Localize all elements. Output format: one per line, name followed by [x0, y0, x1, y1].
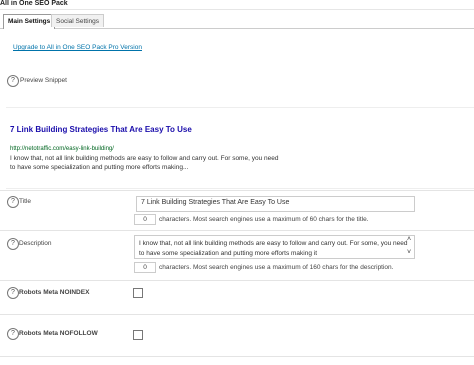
description-char-counter: 0: [134, 262, 156, 273]
tab-social-settings[interactable]: Social Settings: [51, 14, 104, 27]
scroll-down-icon[interactable]: ˅: [407, 249, 411, 256]
tab-bar: Main Settings Social Settings: [0, 14, 474, 29]
divider: [0, 230, 474, 231]
divider: [0, 190, 474, 191]
robots-nofollow-checkbox[interactable]: [133, 330, 143, 340]
divider: [0, 9, 474, 10]
question-mark-icon[interactable]: ?: [7, 75, 19, 87]
tab-main-settings[interactable]: Main Settings: [3, 14, 56, 29]
question-mark-icon[interactable]: ?: [7, 287, 19, 299]
robots-nofollow-label: Robots Meta NOFOLLOW: [19, 330, 98, 337]
preview-snippet: 7 Link Building Strategies That Are Easy…: [6, 107, 474, 189]
upgrade-link[interactable]: Upgrade to All in One SEO Pack Pro Versi…: [13, 44, 142, 51]
snippet-title: 7 Link Building Strategies That Are Easy…: [10, 125, 192, 134]
title-input[interactable]: 7 Link Building Strategies That Are Easy…: [136, 196, 415, 212]
description-label: Description: [19, 240, 52, 247]
description-textarea[interactable]: I know that, not all link building metho…: [134, 235, 415, 259]
description-length-note: characters. Most search engines use a ma…: [159, 264, 394, 271]
scroll-up-icon[interactable]: ˄: [407, 236, 411, 243]
divider: [0, 314, 474, 315]
title-char-counter: 0: [134, 214, 156, 225]
preview-snippet-label: Preview Snippet: [20, 77, 67, 84]
divider: [0, 280, 474, 281]
robots-noindex-label: Robots Meta NOINDEX: [19, 289, 90, 296]
title-length-note: characters. Most search engines use a ma…: [159, 216, 369, 223]
question-mark-icon[interactable]: ?: [7, 238, 19, 250]
snippet-description: I know that, not all link building metho…: [10, 155, 279, 171]
title-label: Title: [19, 198, 32, 205]
question-mark-icon[interactable]: ?: [7, 196, 19, 208]
panel-title: All in One SEO Pack: [0, 0, 68, 7]
snippet-url: http://netotraffic.com/easy-link-buildin…: [10, 146, 114, 152]
question-mark-icon[interactable]: ?: [7, 328, 19, 340]
divider: [0, 356, 474, 357]
robots-noindex-checkbox[interactable]: [133, 288, 143, 298]
